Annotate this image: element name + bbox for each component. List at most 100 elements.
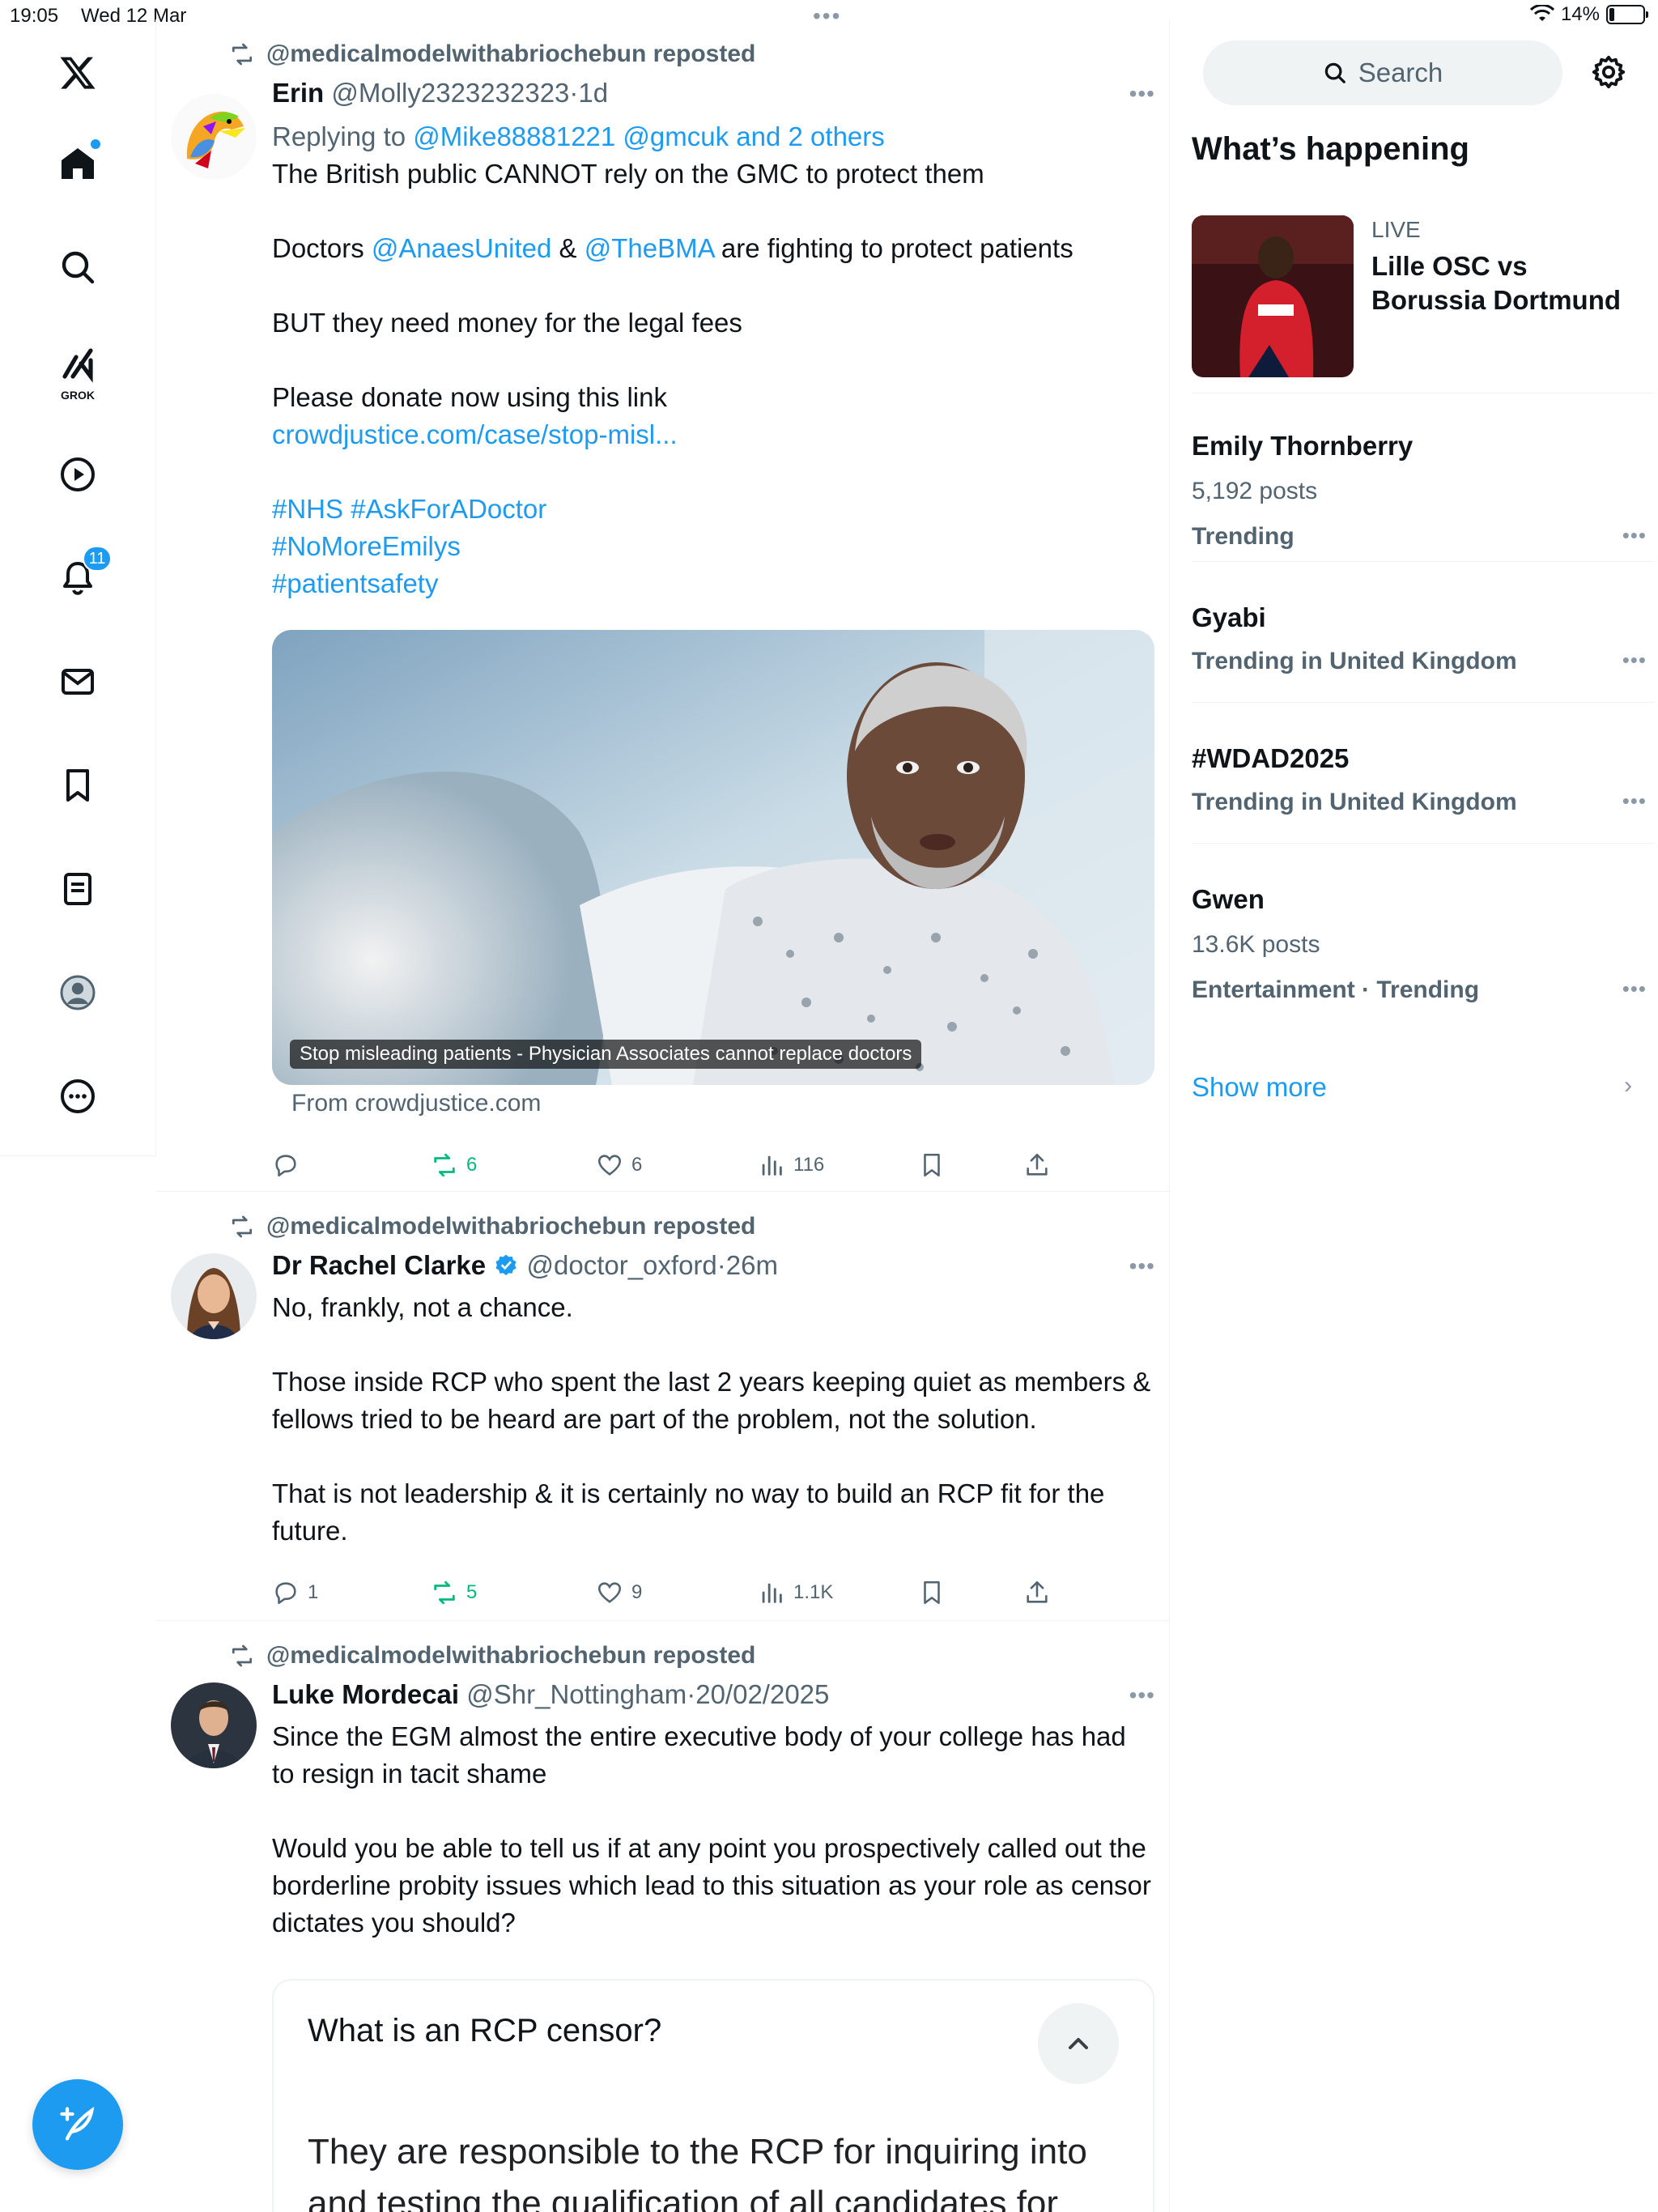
- home-icon[interactable]: [39, 125, 117, 202]
- views-button[interactable]: 1.1K: [758, 1579, 833, 1606]
- more-options-icon[interactable]: [39, 1057, 117, 1135]
- trend-more-button[interactable]: •••: [1622, 976, 1647, 1002]
- author-name[interactable]: Dr Rachel Clarke: [272, 1250, 486, 1280]
- repost-by-label[interactable]: @medicalmodelwithabriochebun reposted: [266, 1642, 755, 1670]
- repost-button[interactable]: 5: [431, 1579, 477, 1606]
- trend-item[interactable]: Emily Thornberry 5,192 posts Trending ••…: [1192, 393, 1655, 562]
- hospital-patient-photo: [272, 630, 1154, 1085]
- share-button[interactable]: [1023, 1151, 1051, 1179]
- lists-icon[interactable]: [39, 850, 117, 928]
- trend-more-button[interactable]: •••: [1622, 789, 1647, 814]
- settings-button[interactable]: [1590, 53, 1627, 95]
- text-segment: &: [551, 233, 585, 263]
- bookmarks-icon[interactable]: [39, 747, 117, 824]
- search-icon: [1324, 62, 1346, 83]
- live-event-title: Lille OSC vs Borussia Dortmund: [1371, 251, 1622, 315]
- trend-title: Emily Thornberry: [1192, 431, 1414, 461]
- hashtag-link[interactable]: #NHS #AskForADoctor: [272, 491, 1154, 528]
- bookmark-icon: [924, 1580, 940, 1605]
- profile-avatar-icon[interactable]: [39, 954, 117, 1032]
- post-time[interactable]: 26m: [726, 1250, 778, 1280]
- mention-link[interactable]: @AnaesUnited: [372, 233, 551, 263]
- avatar-erin[interactable]: [171, 94, 257, 180]
- post-more-button[interactable]: •••: [1129, 1682, 1155, 1708]
- whats-happening-heading: What’s happening: [1192, 131, 1469, 167]
- link-source[interactable]: From crowdjustice.com: [291, 1090, 541, 1117]
- verified-badge-icon: [495, 1254, 517, 1275]
- compose-post-button[interactable]: [32, 2079, 123, 2170]
- video-play-icon[interactable]: [39, 436, 117, 513]
- share-button[interactable]: [1023, 1579, 1051, 1606]
- post-luke-mordecai[interactable]: @medicalmodelwithabriochebun reposted Lu…: [156, 1621, 1169, 2212]
- avatar-luke-mordecai[interactable]: [171, 1682, 257, 1768]
- mention-link[interactable]: @TheBMA: [585, 233, 714, 263]
- post-header: Dr Rachel Clarke @doctor_oxford·26m: [272, 1250, 778, 1281]
- post-erin[interactable]: @medicalmodelwithabriochebun reposted Er…: [156, 19, 1169, 1192]
- text-segment: are fighting to protect patients: [713, 233, 1073, 263]
- repost-button[interactable]: 6: [431, 1151, 477, 1179]
- replying-mentions[interactable]: @Mike88881221 @gmcuk and 2 others: [413, 121, 885, 151]
- repost-indicator: @medicalmodelwithabriochebun reposted: [229, 40, 755, 68]
- trend-more-button[interactable]: •••: [1622, 648, 1647, 673]
- avatar-rachel-clarke[interactable]: [171, 1253, 257, 1339]
- grok-label: GROK: [61, 389, 95, 402]
- repost-by-label[interactable]: @medicalmodelwithabriochebun reposted: [266, 1213, 755, 1240]
- repost-by-label[interactable]: @medicalmodelwithabriochebun reposted: [266, 40, 755, 68]
- post-more-button[interactable]: •••: [1129, 81, 1155, 107]
- reply-icon: [275, 1155, 296, 1177]
- trend-title: Gyabi: [1192, 602, 1266, 632]
- text-segment: Doctors: [272, 233, 372, 263]
- author-name[interactable]: Erin: [272, 78, 324, 108]
- hashtag-link[interactable]: #NoMoreEmilys: [272, 528, 1154, 565]
- post-rachel-clarke[interactable]: @medicalmodelwithabriochebun reposted Dr…: [156, 1192, 1169, 1621]
- reply-icon: [275, 1582, 296, 1605]
- post-body: Since the EGM almost the entire executiv…: [272, 1718, 1154, 1942]
- reply-button[interactable]: 1: [272, 1579, 318, 1606]
- post-text-line: BUT they need money for the legal fees: [272, 308, 742, 338]
- like-button[interactable]: 9: [596, 1579, 642, 1606]
- trend-item[interactable]: Gwen 13.6K posts Entertainment · Trendin…: [1192, 844, 1655, 1032]
- repost-indicator: @medicalmodelwithabriochebun reposted: [229, 1642, 755, 1670]
- context-card[interactable]: What is an RCP censor? They are responsi…: [272, 1979, 1154, 2212]
- eagle-avatar-image: [171, 94, 257, 180]
- post-text-line: Those inside RCP who spent the last 2 ye…: [272, 1367, 1151, 1434]
- author-handle[interactable]: @Shr_Nottingham: [466, 1679, 687, 1709]
- bookmark-button[interactable]: [918, 1579, 946, 1606]
- collapse-button[interactable]: [1038, 2003, 1119, 2084]
- right-sidebar: Search What’s happening LIVE Lille OSC v…: [1171, 19, 1658, 2212]
- author-name[interactable]: Luke Mordecai: [272, 1679, 459, 1709]
- external-link[interactable]: crowdjustice.com/case/stop-misl...: [272, 416, 1154, 453]
- post-time[interactable]: 20/02/2025: [695, 1679, 829, 1709]
- reply-button[interactable]: [272, 1151, 308, 1179]
- trend-title: #WDAD2025: [1192, 743, 1350, 773]
- messages-envelope-icon[interactable]: [39, 643, 117, 721]
- search-input[interactable]: Search: [1203, 40, 1562, 105]
- grok-icon[interactable]: GROK: [39, 332, 117, 410]
- bookmark-button[interactable]: [918, 1151, 946, 1179]
- repost-count: 6: [466, 1154, 478, 1176]
- view-count: 1.1K: [793, 1581, 834, 1603]
- trend-more-button[interactable]: •••: [1622, 523, 1647, 548]
- link-card-image[interactable]: Stop misleading patients - Physician Ass…: [272, 630, 1154, 1085]
- show-more-link[interactable]: Show more: [1192, 1072, 1327, 1103]
- football-player-image: [1192, 215, 1354, 377]
- trend-item[interactable]: Gyabi Trending in United Kingdom •••: [1192, 562, 1655, 703]
- like-button[interactable]: 6: [596, 1151, 642, 1179]
- author-handle[interactable]: @doctor_oxford: [526, 1250, 716, 1280]
- link-card-caption: Stop misleading patients - Physician Ass…: [290, 1040, 922, 1069]
- views-button[interactable]: 116: [758, 1151, 824, 1179]
- notifications-badge: 11: [83, 546, 112, 572]
- trend-item[interactable]: #WDAD2025 Trending in United Kingdom •••: [1192, 703, 1655, 844]
- live-event-trend[interactable]: LIVE Lille OSC vs Borussia Dortmund: [1192, 215, 1655, 393]
- hashtag-link[interactable]: #patientsafety: [272, 565, 1154, 602]
- notifications-bell-icon[interactable]: 11: [39, 539, 117, 617]
- author-handle[interactable]: @Molly2323232323: [331, 78, 569, 108]
- post-time[interactable]: 1d: [578, 78, 608, 108]
- football-player-photo: [1192, 215, 1354, 377]
- post-more-button[interactable]: •••: [1129, 1253, 1155, 1279]
- explore-search-icon[interactable]: [39, 228, 117, 306]
- heart-icon: [597, 1582, 622, 1603]
- x-logo-icon[interactable]: [39, 34, 117, 112]
- like-count: 6: [631, 1154, 643, 1176]
- trend-context: Entertainment · Trending: [1192, 976, 1480, 1003]
